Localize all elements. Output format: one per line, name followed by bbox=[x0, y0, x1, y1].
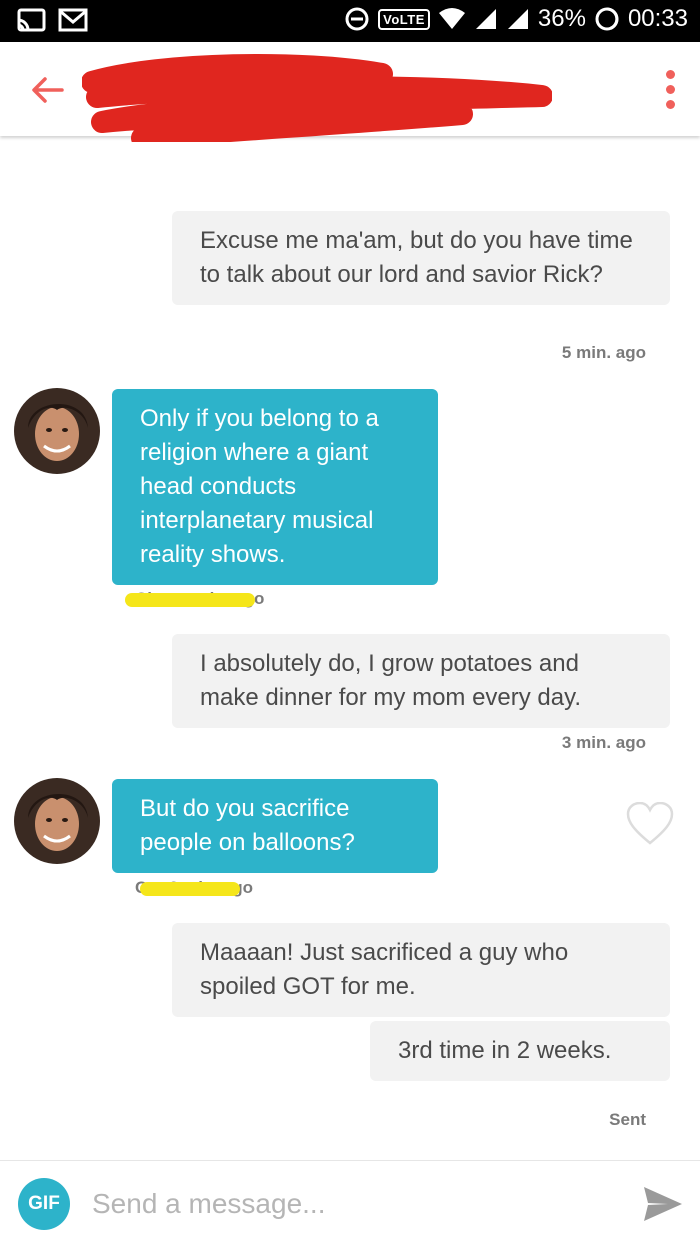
outgoing-message-bubble: I absolutely do, I grow potatoes and mak… bbox=[172, 634, 670, 728]
message-text: Only if you belong to a religion where a… bbox=[140, 405, 379, 568]
status-bar: VoLTE 36% 00:33 bbox=[0, 0, 700, 42]
avatar[interactable] bbox=[14, 388, 100, 474]
back-arrow-icon[interactable] bbox=[28, 70, 68, 110]
outgoing-message-bubble: Excuse me ma'am, but do you have time to… bbox=[172, 211, 670, 305]
clock: 00:33 bbox=[627, 5, 688, 32]
battery-icon bbox=[595, 7, 619, 31]
data-saver-icon bbox=[345, 7, 369, 31]
outgoing-message-bubble: 3rd time in 2 weeks. bbox=[370, 1021, 670, 1081]
avatar[interactable] bbox=[14, 778, 100, 864]
message-timestamp: 3 min. ago bbox=[561, 733, 646, 752]
battery-percent: 36% bbox=[537, 5, 586, 32]
signal-icon bbox=[475, 9, 496, 29]
message-input[interactable] bbox=[90, 1179, 614, 1229]
send-icon[interactable] bbox=[640, 1181, 686, 1227]
signal-icon bbox=[507, 9, 528, 29]
incoming-message-bubble: But do you sacrifice people on balloons? bbox=[112, 779, 438, 873]
cast-icon bbox=[17, 8, 46, 32]
incoming-message-bubble: Only if you belong to a religion where a… bbox=[112, 389, 438, 585]
outgoing-message-bubble: Maaaan! Just sacrificed a guy who spoile… bbox=[172, 923, 670, 1017]
message-text: But do you sacrifice people on balloons? bbox=[140, 795, 355, 856]
highlight-scribble bbox=[140, 882, 240, 896]
heart-icon[interactable] bbox=[626, 802, 674, 846]
wifi-icon bbox=[438, 8, 465, 29]
message-text: Maaaan! Just sacrificed a guy who spoile… bbox=[200, 939, 569, 1000]
chat-header bbox=[0, 42, 700, 142]
message-composer: GIF bbox=[0, 1160, 700, 1245]
volte-badge: VoLTE bbox=[378, 8, 430, 30]
message-text: Excuse me ma'am, but do you have time to… bbox=[200, 227, 633, 288]
redacted-name-scribble bbox=[82, 53, 552, 142]
message-text: 3rd time in 2 weeks. bbox=[398, 1037, 612, 1064]
gif-button[interactable]: GIF bbox=[18, 1178, 70, 1230]
message-timestamp: 5 min. ago bbox=[561, 343, 646, 362]
gmail-icon bbox=[58, 8, 88, 32]
sent-status: Sent bbox=[609, 1110, 646, 1129]
message-text: I absolutely do, I grow potatoes and mak… bbox=[200, 650, 582, 711]
more-vert-icon[interactable] bbox=[658, 66, 682, 114]
highlight-scribble bbox=[125, 593, 255, 607]
